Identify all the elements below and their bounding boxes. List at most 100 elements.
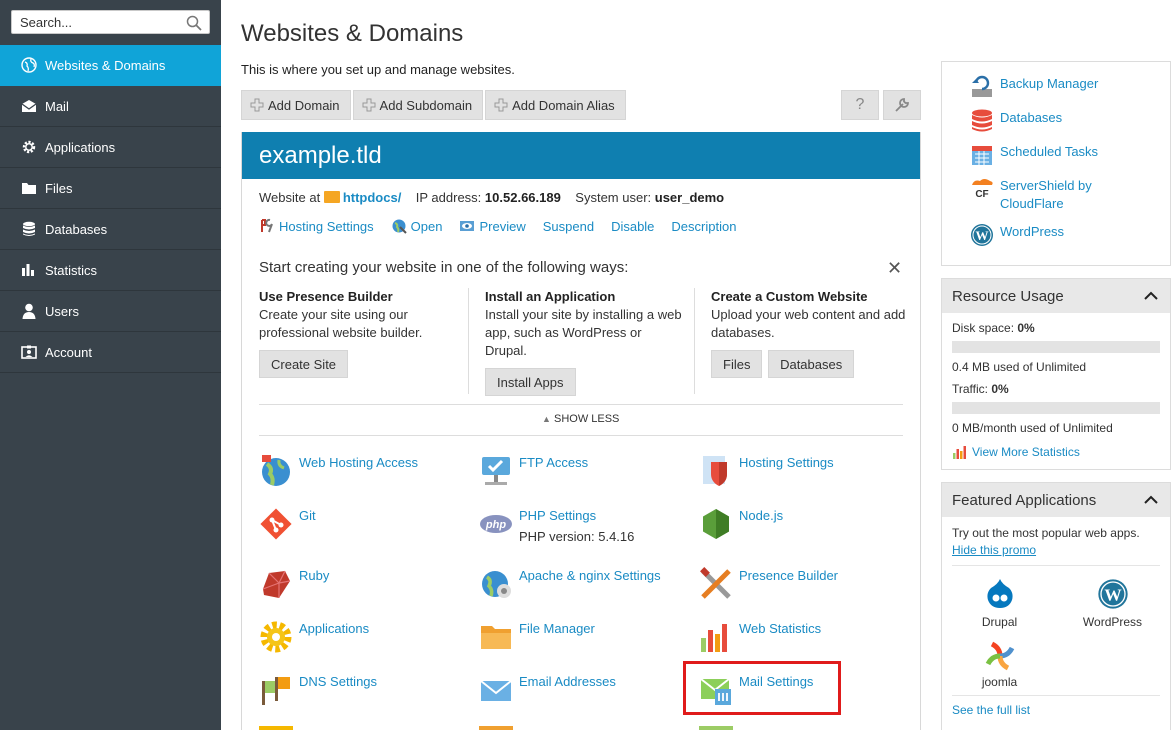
app-joomla[interactable]: joomla [977, 640, 1022, 691]
presence-builder-option: Use Presence Builder Create your site us… [259, 288, 459, 378]
sidebar-item-account[interactable]: Account [0, 332, 221, 373]
sidebar-item-label: Account [45, 344, 92, 360]
tool-ruby[interactable]: Ruby [259, 567, 329, 601]
docroot-link[interactable]: httpdocs/ [343, 190, 402, 205]
hide-promo-link[interactable]: Hide this promo [952, 542, 1160, 559]
ip-label: IP address: [415, 190, 482, 205]
files-button[interactable]: Files [711, 350, 763, 378]
resource-usage-panel: Resource Usage Disk space: 0% 0.4 MB use… [941, 278, 1171, 470]
traffic-line: Traffic: 0% [952, 382, 1160, 396]
suspend-label: Suspend [542, 218, 595, 234]
add-domain-alias-button[interactable]: Add Domain Alias [485, 90, 626, 120]
close-icon[interactable]: ✕ [887, 258, 902, 279]
tool-dns-settings[interactable]: DNS Settings [259, 673, 377, 707]
tools-icon [261, 218, 273, 233]
databases-button[interactable]: Databases [768, 350, 855, 378]
sidebar-item-label: Websites & Domains [45, 57, 166, 73]
tool-git[interactable]: Git [259, 507, 316, 541]
tool-email-addresses[interactable]: Email Addresses [479, 673, 616, 707]
add-domain-button[interactable]: Add Domain [241, 90, 351, 120]
resource-usage-header[interactable]: Resource Usage [942, 279, 1170, 313]
tool-label: Apache & nginx Settings [519, 568, 661, 583]
tool-apache-nginx[interactable]: Apache & nginx Settings [479, 567, 661, 601]
featured-applications-header[interactable]: Featured Applications [942, 483, 1170, 517]
ruby-icon [262, 570, 291, 598]
suspend-link[interactable]: Suspend [543, 218, 594, 234]
sidebar-item-mail[interactable]: Mail [0, 86, 221, 127]
sidebar-item-statistics[interactable]: Statistics [0, 250, 221, 291]
tool-hosting-settings[interactable]: Hosting Settings [699, 454, 834, 488]
wordpress-icon: W [971, 224, 993, 246]
disable-label: Disable [611, 218, 655, 234]
tool-label: Email Addresses [519, 674, 616, 689]
file-manager-icon [481, 626, 511, 649]
chevron-up-icon[interactable] [1144, 495, 1158, 505]
search-input[interactable] [12, 11, 172, 33]
apache-nginx-icon [482, 571, 511, 598]
hosting-settings-link[interactable]: Hosting Settings [259, 218, 374, 234]
see-full-list-link[interactable]: See the full list [952, 703, 1030, 717]
id-card-icon [20, 344, 37, 361]
sidebar-item-applications[interactable]: Applications [0, 127, 221, 168]
wordpress-label: WordPress [1000, 224, 1065, 239]
backup-icon [972, 75, 992, 97]
hosting-settings-label: Hosting Settings [279, 218, 374, 234]
tool-label: Hosting Settings [739, 455, 834, 470]
mail-settings-highlight [683, 661, 841, 715]
presence-text: Create your site using our professional … [259, 307, 423, 340]
preview-link[interactable]: Preview [459, 218, 526, 234]
featured-applications-panel: Featured Applications Try out the most p… [941, 482, 1171, 730]
install-app-option: Install an Application Install your site… [485, 288, 685, 396]
divider [468, 288, 469, 394]
open-link[interactable]: Open [391, 218, 442, 234]
chevron-up-icon[interactable] [1144, 291, 1158, 301]
show-less-label: SHOW LESS [553, 413, 620, 425]
hosting-settings-icon [703, 456, 727, 486]
app-label: WordPress [1082, 615, 1143, 629]
search-box[interactable] [11, 10, 210, 34]
featured-applications-body: Try out the most popular web apps. Hide … [942, 517, 1170, 719]
globe-icon [20, 57, 37, 74]
install-apps-button[interactable]: Install Apps [485, 368, 576, 396]
tool-applications[interactable]: Applications [259, 620, 369, 654]
tool-php-settings[interactable]: php PHP Settings PHP version: 5.4.16 [479, 507, 634, 545]
gear-icon [20, 139, 37, 156]
app-drupal[interactable]: Drupal [977, 578, 1022, 631]
tool-ftp-access[interactable]: FTP Access [479, 454, 588, 488]
view-more-statistics-link[interactable]: View More Statistics [952, 445, 1160, 459]
backup-manager-link[interactable]: Backup Manager [942, 75, 1170, 99]
user-icon [20, 303, 37, 320]
domain-info: Website at httpdocs/ IP address: 10.52.6… [259, 190, 724, 205]
tool-web-hosting-access[interactable]: Web Hosting Access [259, 454, 418, 488]
custom-text: Upload your web content and add database… [711, 307, 906, 340]
see-full-list-row: See the full list [952, 695, 1160, 719]
tools-button[interactable] [883, 90, 921, 120]
tool-file-manager[interactable]: File Manager [479, 620, 595, 654]
tool-label: Node.js [739, 508, 784, 523]
sidebar-item-databases[interactable]: Databases [0, 209, 221, 250]
create-site-button[interactable]: Create Site [259, 350, 349, 378]
wordpress-icon: W [1097, 579, 1128, 609]
sidebar-item-files[interactable]: Files [0, 168, 221, 209]
tool-nodejs[interactable]: Node.js [699, 507, 783, 541]
svg-text:W: W [1104, 586, 1122, 605]
disable-link[interactable]: Disable [611, 218, 654, 234]
servershield-link[interactable]: CF ServerShield by CloudFlare [942, 177, 1170, 213]
add-subdomain-button[interactable]: Add Subdomain [352, 90, 484, 120]
scheduled-tasks-link[interactable]: Scheduled Tasks [942, 143, 1170, 167]
divider [259, 435, 903, 436]
tool-presence-builder[interactable]: Presence Builder [699, 567, 838, 601]
app-wordpress[interactable]: W WordPress [1080, 578, 1145, 631]
cloudflare-icon: CF [972, 179, 993, 200]
description-link[interactable]: Description [671, 218, 736, 234]
envelope-icon [20, 98, 37, 115]
databases-link[interactable]: Databases [942, 109, 1170, 133]
tool-web-statistics[interactable]: Web Statistics [699, 620, 821, 654]
wordpress-link[interactable]: W WordPress [942, 223, 1170, 247]
sidebar-item-users[interactable]: Users [0, 291, 221, 332]
search-icon[interactable] [185, 14, 203, 32]
sidebar-item-websites-domains[interactable]: Websites & Domains [0, 45, 221, 86]
start-title: Start creating your website in one of th… [259, 259, 629, 276]
show-less-toggle[interactable]: ▲ SHOW LESS [542, 413, 619, 425]
help-button[interactable]: ? [841, 90, 879, 120]
